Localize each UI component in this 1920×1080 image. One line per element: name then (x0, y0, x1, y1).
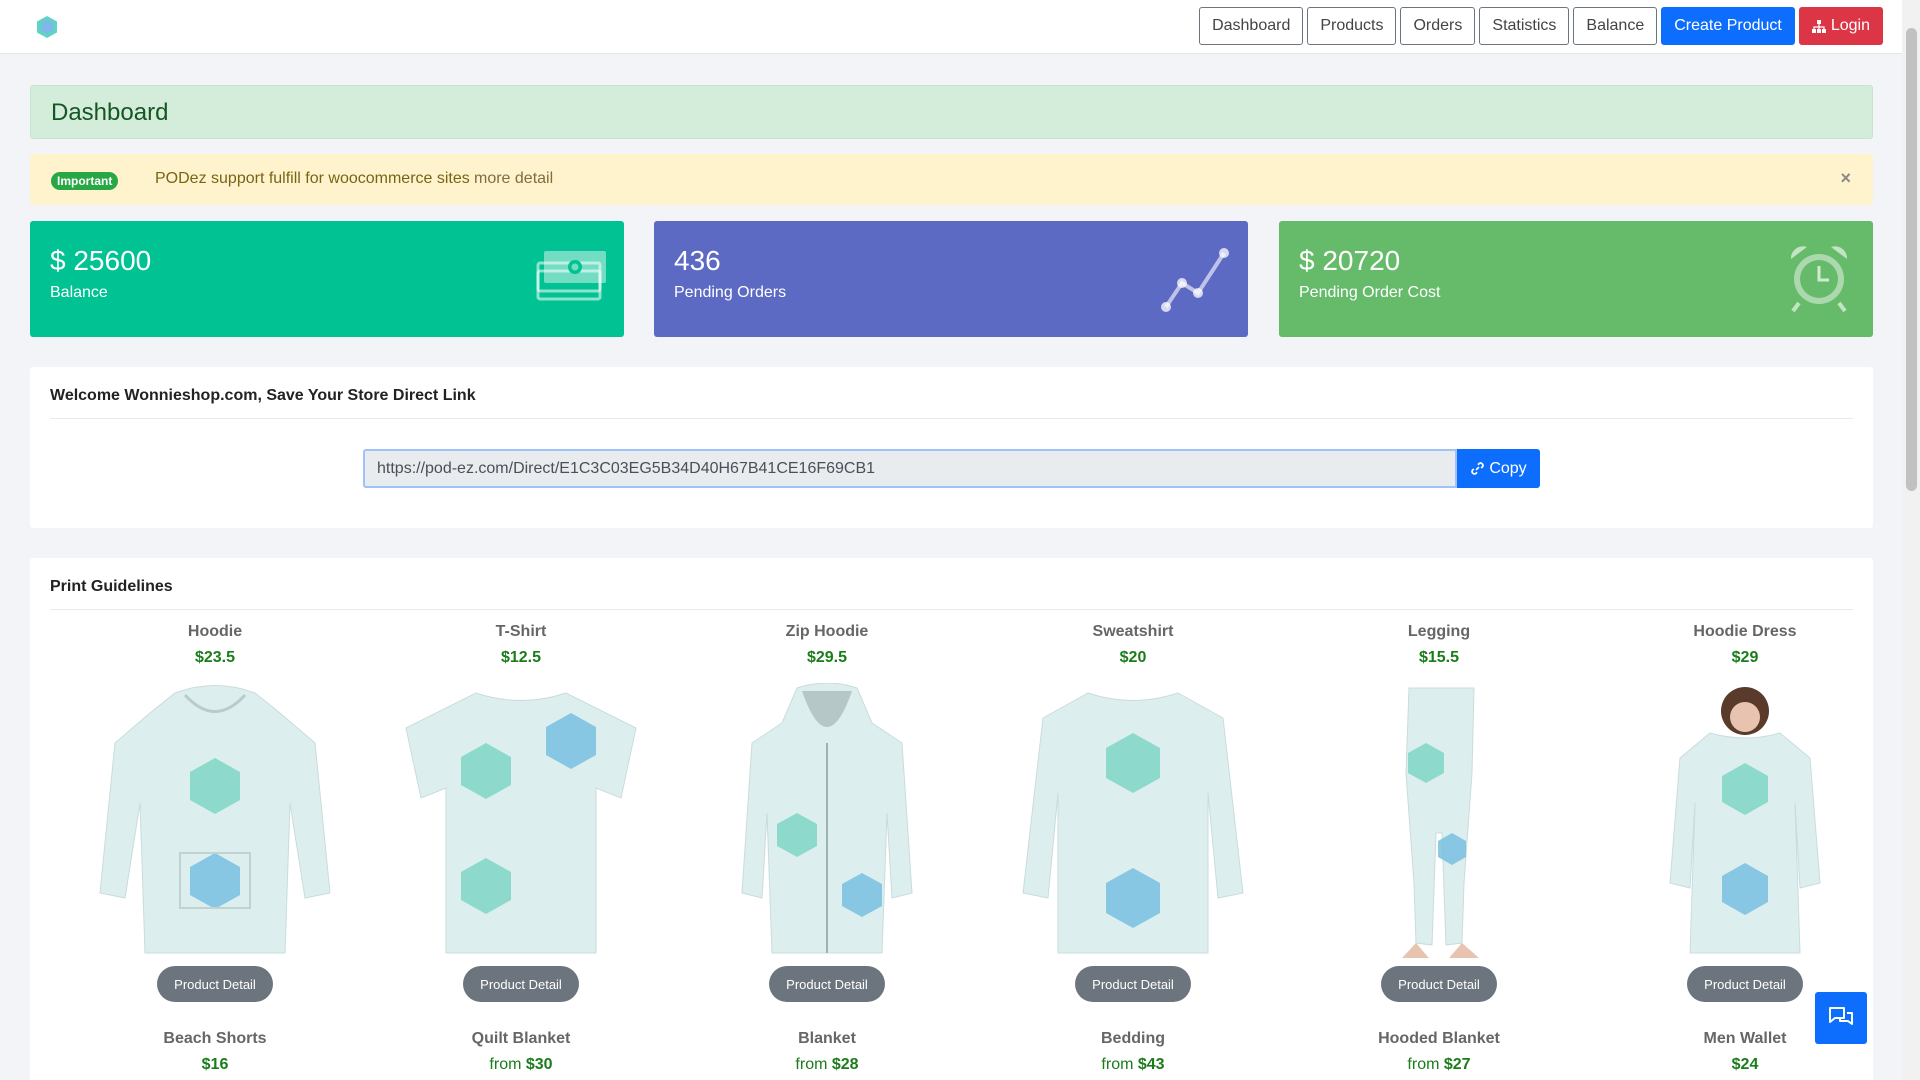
chat-button[interactable] (1815, 992, 1867, 1044)
product-price: $20 (1119, 649, 1147, 666)
copy-label: Copy (1489, 459, 1527, 477)
create-product-button[interactable]: Create Product (1661, 7, 1795, 45)
price-value: $28 (831, 1056, 859, 1073)
product-price: from $43 (980, 1056, 1286, 1074)
product-price: from $27 (1286, 1056, 1592, 1074)
balance-value: $ 25600 (50, 245, 152, 276)
product-name: Hooded Blanket (1378, 1030, 1500, 1047)
alert-close-icon[interactable]: × (1840, 168, 1851, 189)
card-divider (50, 609, 1853, 610)
page-scrollbar[interactable] (1902, 0, 1920, 1080)
product-zip-hoodie: Zip Hoodie $29.5 Product Detail (674, 623, 980, 1002)
more-detail-link[interactable]: more detail (474, 170, 553, 188)
copy-button[interactable]: Copy (1457, 449, 1540, 488)
pending-orders-stat-card: 436 Pending Orders (654, 221, 1248, 337)
pending-order-cost-label: Pending Order Cost (1299, 284, 1441, 301)
balance-stat-card: $ 25600 Balance (30, 221, 624, 337)
product-name: Bedding (1101, 1030, 1165, 1047)
product-hooded-blanket: Hooded Blanket from $27 (1286, 1030, 1592, 1074)
chat-icon (1829, 1007, 1853, 1025)
nav-statistics-button[interactable]: Statistics (1479, 7, 1570, 45)
product-name: T-Shirt (495, 623, 547, 640)
product-price: $15.5 (1418, 649, 1460, 666)
product-detail-button[interactable]: Product Detail (463, 966, 579, 1002)
top-navbar: Dashboard Products Orders Statistics Bal… (0, 0, 1902, 54)
nav-orders-button[interactable]: Orders (1400, 7, 1476, 45)
dashboard-header: Dashboard (30, 85, 1873, 139)
tshirt-image[interactable] (396, 683, 646, 963)
product-name: Blanket (798, 1030, 856, 1047)
balance-label: Balance (50, 284, 108, 301)
card-divider (50, 418, 1853, 419)
login-button[interactable]: Login (1798, 7, 1883, 45)
money-icon (536, 251, 606, 301)
nav-buttons: Dashboard Products Orders Statistics Bal… (1199, 7, 1883, 45)
product-blanket: Blanket from $28 (674, 1030, 980, 1074)
product-name: Zip Hoodie (785, 623, 869, 640)
pending-orders-label: Pending Orders (674, 284, 787, 301)
product-name: Hoodie Dress (1693, 623, 1797, 640)
product-price: from $28 (674, 1056, 980, 1074)
price-value: $43 (1137, 1056, 1165, 1073)
product-name: Quilt Blanket (471, 1030, 571, 1047)
print-guidelines-card: Print Guidelines Hoodie $23.5 Product De… (30, 558, 1873, 1080)
hoodie-image[interactable] (90, 683, 340, 963)
product-beach-shorts: Beach Shorts $16 (62, 1030, 368, 1074)
product-detail-button[interactable]: Product Detail (769, 966, 885, 1002)
product-sweatshirt: Sweatshirt $20 Product Detail (980, 623, 1286, 1002)
pending-orders-value: 436 (674, 245, 721, 276)
podez-logo-icon[interactable] (35, 15, 59, 39)
price-prefix: from (1407, 1056, 1440, 1073)
product-name: Beach Shorts (163, 1030, 267, 1047)
guidelines-title: Print Guidelines (50, 578, 173, 595)
product-hoodie-dress: Hoodie Dress $29 Product Detail (1592, 623, 1898, 1002)
product-detail-button[interactable]: Product Detail (1687, 966, 1803, 1002)
product-price: $23.5 (194, 649, 236, 666)
product-detail-button[interactable]: Product Detail (1075, 966, 1191, 1002)
hoodie-dress-image[interactable] (1620, 683, 1870, 963)
product-legging: Legging $15.5 Product Detail (1286, 623, 1592, 1002)
product-bedding: Bedding from $43 (980, 1030, 1286, 1074)
product-quilt-blanket: Quilt Blanket from $30 (368, 1030, 674, 1074)
product-tshirt: T-Shirt $12.5 Product Detail (368, 623, 674, 1002)
product-price: $12.5 (500, 649, 542, 666)
login-label: Login (1830, 17, 1870, 34)
sweatshirt-image[interactable] (1008, 683, 1258, 963)
store-link-input[interactable]: https://pod-ez.com/Direct/E1C3C03EG5B34D… (363, 449, 1457, 488)
alert-text: PODez support fulfill for woocommerce si… (155, 170, 470, 187)
welcome-title: Welcome Wonnieshop.com, Save Your Store … (50, 387, 476, 404)
product-price: $24 (1731, 1056, 1759, 1073)
price-prefix: from (489, 1056, 522, 1073)
price-prefix: from (1101, 1056, 1134, 1073)
product-detail-button[interactable]: Product Detail (157, 966, 273, 1002)
legging-image[interactable] (1314, 683, 1564, 963)
price-prefix: from (795, 1056, 828, 1073)
nav-balance-button[interactable]: Balance (1573, 7, 1658, 45)
price-value: $30 (525, 1056, 553, 1073)
line-chart-icon (1161, 248, 1229, 312)
link-icon (1471, 462, 1485, 475)
product-name: Sweatshirt (1092, 623, 1174, 640)
product-detail-button[interactable]: Product Detail (1381, 966, 1497, 1002)
product-price: $29 (1731, 649, 1759, 666)
nav-products-button[interactable]: Products (1307, 7, 1397, 45)
product-price: $16 (201, 1056, 229, 1073)
page-title: Dashboard (51, 99, 169, 126)
pending-order-cost-stat-card: $ 20720 Pending Order Cost (1279, 221, 1873, 337)
zip-hoodie-image[interactable] (702, 683, 952, 963)
sitemap-icon (1811, 19, 1826, 33)
nav-dashboard-button[interactable]: Dashboard (1199, 7, 1304, 45)
product-price: from $30 (368, 1056, 674, 1074)
price-value: $27 (1443, 1056, 1471, 1073)
product-name: Hoodie (187, 623, 243, 640)
welcome-card: Welcome Wonnieshop.com, Save Your Store … (30, 367, 1873, 528)
alarm-clock-icon (1790, 246, 1848, 313)
important-badge: Important (51, 172, 119, 190)
pending-order-cost-value: $ 20720 (1299, 245, 1401, 276)
product-hoodie: Hoodie $23.5 Product Detail (62, 623, 368, 1002)
important-alert: Important PODez support fulfill for wooc… (30, 154, 1873, 205)
scrollbar-thumb[interactable] (1906, 28, 1917, 491)
product-name: Legging (1407, 623, 1471, 640)
product-price: $29.5 (806, 649, 848, 666)
